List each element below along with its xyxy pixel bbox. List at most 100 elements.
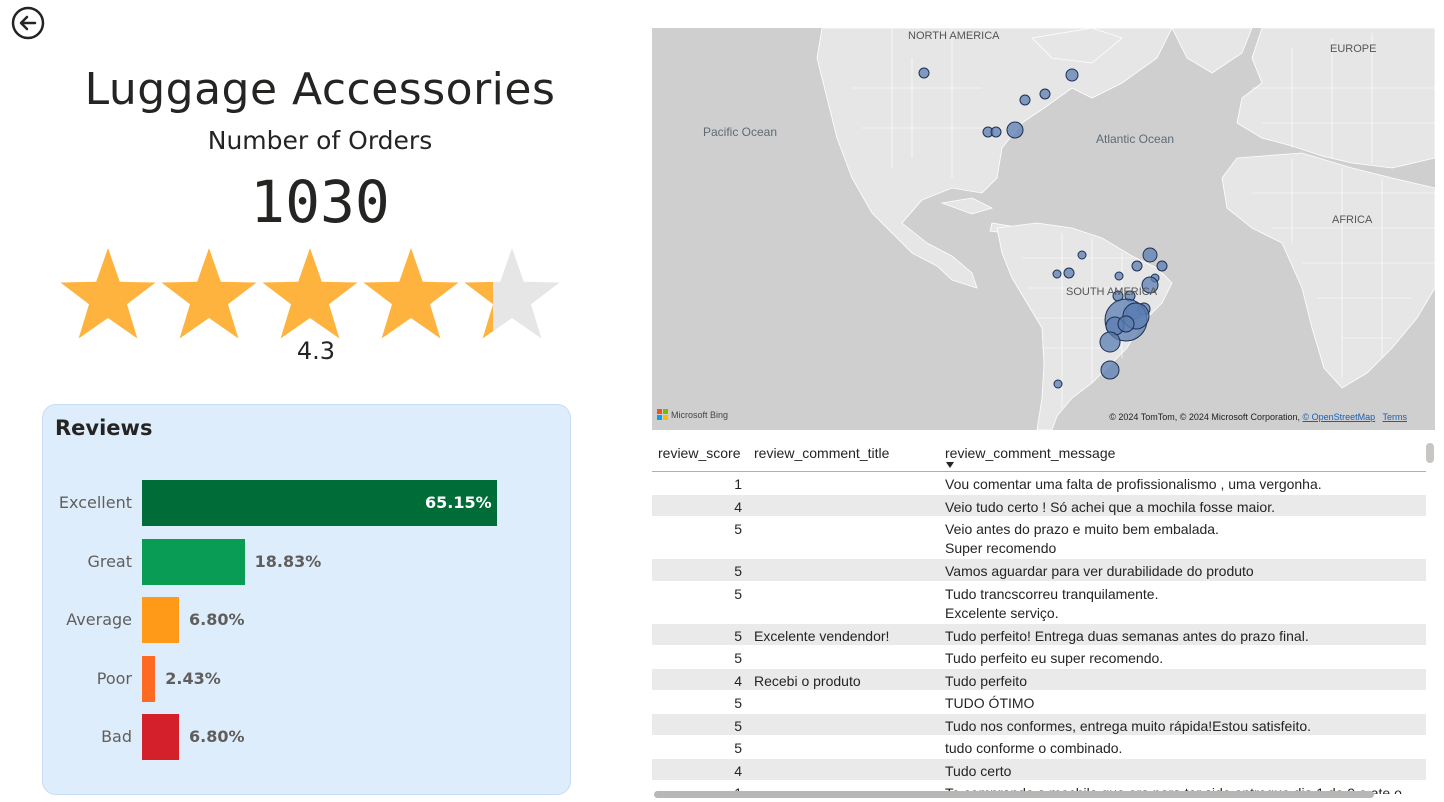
bar-category-label: Great bbox=[87, 552, 132, 571]
review-bar-row[interactable]: Excellent 65.15% bbox=[43, 480, 572, 526]
review-bar-row[interactable]: Poor 2.43% bbox=[43, 656, 572, 702]
bar-value-label: 6.80% bbox=[189, 727, 245, 746]
cell-review-score: 1 bbox=[734, 476, 742, 492]
bar-value-label: 18.83% bbox=[254, 552, 322, 571]
vertical-scrollbar[interactable] bbox=[1426, 443, 1434, 463]
order-bubble[interactable] bbox=[1053, 379, 1063, 389]
message-line: TUDO ÓTIMO bbox=[945, 695, 1035, 711]
orders-map[interactable]: NORTH AMERICA EUROPE Pacific Ocean Atlan… bbox=[652, 28, 1435, 430]
order-bubble[interactable] bbox=[918, 67, 930, 79]
bar-value-label: 6.80% bbox=[189, 610, 245, 629]
table-row[interactable]: 5 Tudo perfeito eu super recomendo. bbox=[652, 646, 1426, 669]
star-icon bbox=[161, 248, 257, 339]
cell-review-message: Tudo perfeito bbox=[945, 672, 1027, 691]
table-row[interactable]: 5 Veio antes do prazo e muito bem embalad… bbox=[652, 517, 1426, 559]
message-line: Tudo certo bbox=[945, 762, 1012, 779]
review-bar-row[interactable]: Average 6.80% bbox=[43, 597, 572, 643]
order-bubble[interactable] bbox=[1039, 88, 1051, 100]
rating-value: 4.3 bbox=[296, 337, 336, 365]
order-bubble[interactable] bbox=[990, 126, 1002, 138]
cell-review-message: Tudo perfeito eu super recomendo. bbox=[945, 649, 1163, 668]
table-row[interactable]: 5 TUDO ÓTIMO bbox=[652, 691, 1426, 714]
order-bubble[interactable] bbox=[1142, 247, 1158, 263]
copyright-text: © 2024 TomTom, © 2024 Microsoft Corporat… bbox=[1109, 412, 1300, 422]
page-title: Luggage Accessories bbox=[84, 64, 556, 115]
table-row[interactable]: 5 Excelente vendendor! Tudo perfeito! Entr… bbox=[652, 623, 1426, 646]
order-bubble[interactable] bbox=[1131, 260, 1143, 272]
osm-link[interactable]: © OpenStreetMap bbox=[1302, 412, 1375, 422]
message-line: Tudo perfeito eu super recomendo. bbox=[945, 650, 1164, 666]
cell-review-score: 5 bbox=[734, 563, 742, 579]
order-bubble[interactable] bbox=[1019, 94, 1031, 106]
cell-review-score: 5 bbox=[734, 585, 742, 602]
review-bar-row[interactable]: Great 18.83% bbox=[43, 539, 572, 585]
map-label-north-america: NORTH AMERICA bbox=[908, 30, 1000, 42]
table-row[interactable]: 5 Tudo trancscorreu tranquilamente. Excele… bbox=[652, 582, 1426, 624]
map-label-europe: EUROPE bbox=[1330, 43, 1377, 55]
bar-category-label: Bad bbox=[101, 727, 132, 746]
order-bubble[interactable] bbox=[1065, 68, 1079, 82]
map-canvas[interactable] bbox=[652, 28, 1435, 430]
star-icon bbox=[363, 248, 459, 339]
cell-review-score: 5 bbox=[734, 695, 742, 711]
cell-review-score: 4 bbox=[734, 762, 742, 779]
cell-review-score: 5 bbox=[734, 627, 742, 644]
order-bubble[interactable] bbox=[1063, 267, 1075, 279]
cell-review-message: TUDO ÓTIMO bbox=[945, 694, 1034, 713]
column-header-title[interactable]: review_comment_title bbox=[754, 445, 889, 461]
table-row[interactable]: 5 Tudo nos conformes, entrega muito rápid… bbox=[652, 713, 1426, 736]
bing-label: Microsoft Bing bbox=[671, 409, 729, 420]
terms-link[interactable]: Terms bbox=[1383, 412, 1408, 422]
bar-category-label: Poor bbox=[96, 669, 132, 688]
order-bubble[interactable] bbox=[1100, 360, 1120, 380]
message-line: Tudo perfeito! Entrega duas semanas ante… bbox=[945, 627, 1309, 644]
cell-review-message: Tudo trancscorreu tranquilamente. Excelen… bbox=[945, 585, 1158, 623]
column-header-message[interactable]: review_comment_message bbox=[945, 445, 1115, 461]
reviews-table: review_score review_comment_title review… bbox=[652, 436, 1426, 794]
horizontal-scrollbar[interactable] bbox=[654, 791, 1374, 798]
bar-great[interactable] bbox=[142, 539, 245, 585]
order-bubble[interactable] bbox=[1114, 271, 1124, 281]
bar-average[interactable] bbox=[142, 597, 180, 643]
report-page: Luggage Accessories Number of Orders 103… bbox=[0, 0, 1444, 802]
cell-review-message: Tudo perfeito! Entrega duas semanas ante… bbox=[945, 627, 1309, 646]
map-label-atlantic: Atlantic Ocean bbox=[1096, 132, 1175, 146]
message-line: Tudo perfeito bbox=[945, 672, 1027, 689]
order-bubble[interactable] bbox=[1052, 269, 1062, 279]
cell-review-title: Excelente vendendor! bbox=[754, 627, 890, 644]
order-bubble[interactable] bbox=[1006, 121, 1024, 139]
message-line: Vou comentar uma falta de profissionalis… bbox=[945, 476, 1322, 492]
order-bubble[interactable] bbox=[1099, 331, 1121, 353]
bar-value-label: 2.43% bbox=[165, 669, 221, 688]
table-row[interactable]: 4 Veio tudo certo ! Só achei que a mochil… bbox=[652, 494, 1426, 517]
bar-poor[interactable] bbox=[142, 656, 156, 702]
cell-review-score: 4 bbox=[734, 672, 742, 689]
star-icon bbox=[464, 248, 560, 339]
table-row[interactable]: 1 Vou comentar uma falta de profissionali… bbox=[652, 472, 1426, 495]
table-row[interactable]: 4 Tudo certo bbox=[652, 758, 1426, 781]
sort-descending-icon[interactable] bbox=[946, 462, 954, 468]
table-row[interactable]: 5 Vamos aguardar para ver durabilidade do… bbox=[652, 559, 1426, 582]
column-header-score[interactable]: review_score bbox=[658, 445, 740, 461]
message-line: Veio antes do prazo e muito bem embalada… bbox=[945, 521, 1219, 537]
cell-review-score: 5 bbox=[734, 740, 742, 756]
bar-category-label: Average bbox=[66, 610, 132, 629]
table-row[interactable]: 4 Recebi o produto Tudo perfeito bbox=[652, 668, 1426, 691]
cell-review-message: tudo conforme o combinado. bbox=[945, 739, 1122, 758]
orders-count: 1030 bbox=[250, 168, 390, 236]
back-arrow-icon[interactable] bbox=[11, 6, 45, 40]
order-bubble[interactable] bbox=[1156, 260, 1168, 272]
review-bar-row[interactable]: Bad 6.80% bbox=[43, 714, 572, 760]
cell-review-message: Tudo nos conformes, entrega muito rápida… bbox=[945, 717, 1311, 736]
cell-review-score: 5 bbox=[734, 650, 742, 666]
table-body: 1 Vou comentar uma falta de profissionali… bbox=[652, 472, 1426, 794]
map-label-pacific: Pacific Ocean bbox=[703, 125, 778, 139]
bing-attribution: Microsoft Bing bbox=[657, 409, 728, 420]
cell-review-message: Tudo certo bbox=[945, 762, 1011, 781]
cell-review-message: Veio tudo certo ! Só achei que a mochila… bbox=[945, 498, 1275, 517]
bar-bad[interactable] bbox=[142, 714, 180, 760]
table-row[interactable]: 5 tudo conforme o combinado. bbox=[652, 736, 1426, 759]
order-bubble[interactable] bbox=[1117, 315, 1135, 333]
cell-review-title: Recebi o produto bbox=[754, 672, 861, 689]
order-bubble[interactable] bbox=[1077, 250, 1087, 260]
